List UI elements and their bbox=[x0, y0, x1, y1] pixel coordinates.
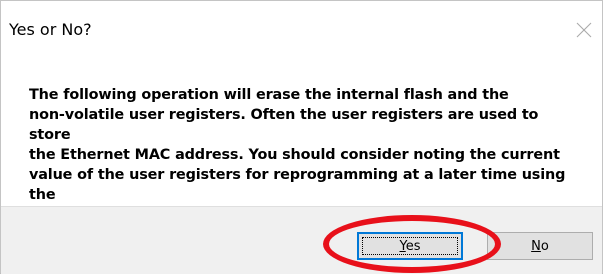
yes-button-label: Yes bbox=[399, 238, 421, 254]
dialog-content: The following operation will erase the i… bbox=[1, 59, 602, 223]
close-icon bbox=[576, 22, 592, 38]
yes-button[interactable]: Yes bbox=[357, 232, 463, 260]
button-bar: Yes No bbox=[1, 206, 602, 274]
no-button[interactable]: No bbox=[487, 232, 593, 260]
message-dialog: Yes or No? The following operation will … bbox=[0, 0, 603, 274]
dialog-title: Yes or No? bbox=[9, 20, 92, 39]
dialog-message: The following operation will erase the i… bbox=[29, 87, 566, 223]
title-bar: Yes or No? bbox=[1, 1, 602, 59]
close-button[interactable] bbox=[556, 1, 602, 59]
no-button-label: No bbox=[531, 238, 549, 254]
